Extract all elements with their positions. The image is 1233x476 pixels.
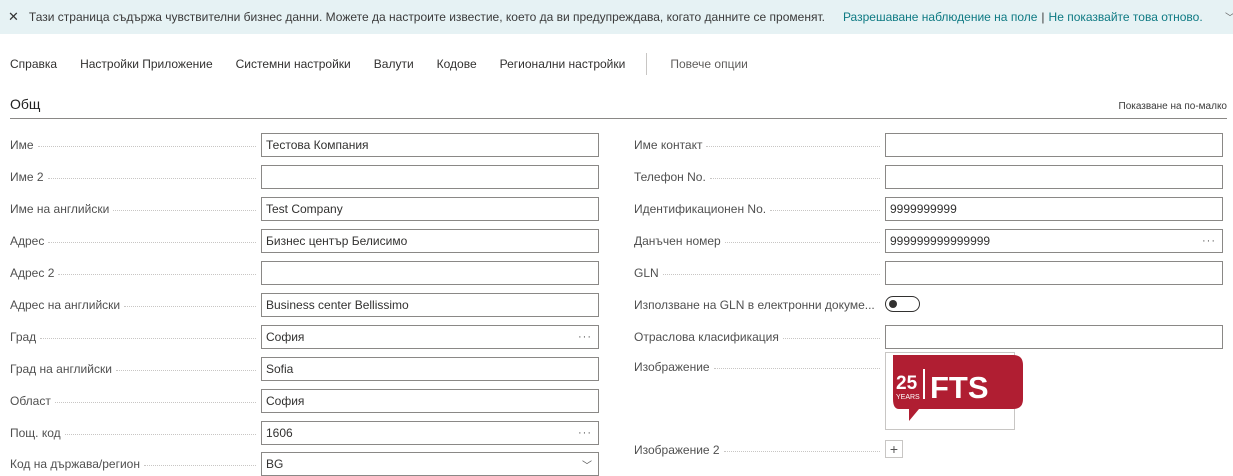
name-label: Име: [10, 133, 256, 157]
name-english-input[interactable]: Test Company: [261, 197, 599, 221]
picture-box[interactable]: 25 YEARS FTS: [885, 352, 1023, 430]
post-code-lookup-button[interactable]: ···: [578, 427, 598, 439]
country-region-label: Код на държава/регион: [10, 452, 256, 476]
address-label: Адрес: [10, 229, 256, 253]
address-english-label: Адрес на английски: [10, 293, 256, 317]
logo-brand: FTS: [930, 370, 989, 405]
city-lookup-button[interactable]: ···: [578, 331, 598, 343]
post-code-input[interactable]: 1606 ···: [261, 421, 599, 445]
chevron-down-icon[interactable]: ﹀: [582, 457, 598, 472]
city-input[interactable]: София ···: [261, 325, 599, 349]
phone-no-input[interactable]: [885, 165, 1223, 189]
post-code-label: Пощ. код: [10, 421, 256, 445]
phone-no-label: Телефон No.: [634, 165, 880, 189]
address-input[interactable]: Бизнес център Белисимо: [261, 229, 599, 253]
menu-item-codes[interactable]: Кодове: [437, 57, 477, 71]
vat-no-label: Данъчен номер: [634, 229, 880, 253]
toggle-knob: [889, 300, 897, 308]
picture-label: Изображение: [634, 355, 880, 379]
address2-input[interactable]: [261, 261, 599, 285]
notification-banner: ✕ Тази страница съдържа чувствителни биз…: [0, 0, 1233, 34]
industrial-classification-input[interactable]: [885, 325, 1223, 349]
address-english-input[interactable]: Business center Bellissimo: [261, 293, 599, 317]
menu-item-currencies[interactable]: Валути: [374, 57, 414, 71]
logo-years: YEARS: [896, 394, 920, 401]
county-label: Област: [10, 389, 256, 413]
address2-label: Адрес 2: [10, 261, 256, 285]
banner-separator: |: [1041, 10, 1045, 24]
add-picture-button[interactable]: +: [885, 440, 903, 458]
plus-icon: +: [889, 441, 899, 457]
allow-field-monitoring-link[interactable]: Разрешаване наблюдение на поле | Не показв…: [843, 10, 1203, 24]
contact-name-label: Име контакт: [634, 133, 880, 157]
gln-label: GLN: [634, 261, 880, 285]
use-gln-label: Използване на GLN в електронни докуме...: [634, 293, 880, 317]
menu-divider: [646, 53, 648, 75]
name2-label: Име 2: [10, 165, 256, 189]
registration-no-label: Идентификационен No.: [634, 197, 880, 221]
section-title: Общ: [10, 96, 41, 112]
menu-item-system-settings[interactable]: Системни настройки: [236, 57, 351, 71]
close-icon[interactable]: ✕: [8, 9, 19, 25]
company-logo-image: 25 YEARS FTS: [893, 355, 1023, 421]
name-english-label: Име на английски: [10, 197, 256, 221]
name-input[interactable]: Тестова Компания: [261, 133, 599, 157]
city-english-label: Град на английски: [10, 357, 256, 381]
vat-no-input[interactable]: 999999999999999 ···: [885, 229, 1223, 253]
registration-no-input[interactable]: 9999999999: [885, 197, 1223, 221]
show-less-button[interactable]: Показване на по-малко: [1119, 101, 1228, 112]
picture2-label: Изображение 2: [634, 438, 880, 462]
menu-item-regional-settings[interactable]: Регионални настройки: [500, 57, 626, 71]
country-region-select[interactable]: BG ﹀: [261, 452, 599, 476]
section-divider: [10, 118, 1227, 119]
city-label: Град: [10, 325, 256, 349]
logo-number: 25: [896, 373, 918, 394]
banner-message: Тази страница съдържа чувствителни бизне…: [28, 10, 825, 24]
action-bar: Справка Настройки Приложение Системни на…: [10, 52, 748, 76]
industrial-classification-label: Отраслова класификация: [634, 325, 880, 349]
use-gln-toggle[interactable]: [885, 296, 920, 312]
city-english-input[interactable]: Sofia: [261, 357, 599, 381]
county-input[interactable]: София: [261, 389, 599, 413]
dont-show-again-link[interactable]: Не показвайте това отново.: [1049, 10, 1203, 24]
vat-no-lookup-button[interactable]: ···: [1202, 235, 1222, 247]
chevron-down-icon[interactable]: ﹀: [1225, 9, 1233, 24]
gln-input[interactable]: [885, 261, 1223, 285]
more-options-button[interactable]: Повече опции: [670, 57, 748, 71]
menu-item-app-settings[interactable]: Настройки Приложение: [80, 57, 213, 71]
name2-input[interactable]: [261, 165, 599, 189]
contact-name-input[interactable]: [885, 133, 1223, 157]
menu-item-inquiry[interactable]: Справка: [10, 57, 57, 71]
